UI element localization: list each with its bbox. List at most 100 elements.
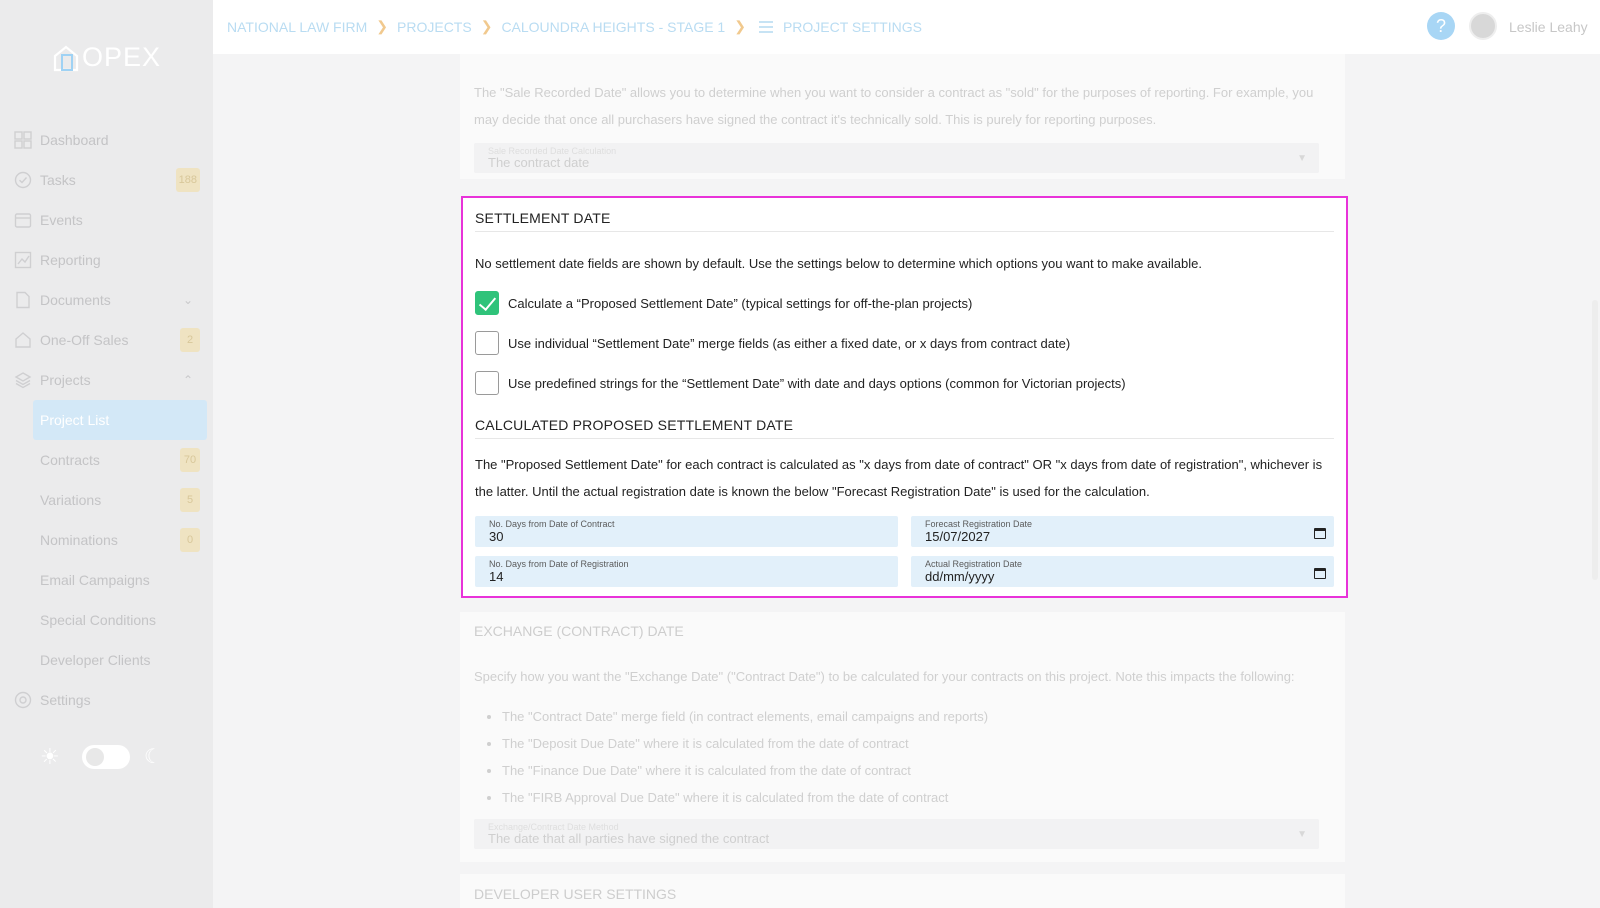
field-label: No. Days from Date of Registration [489,559,629,569]
sidebar-item-developer-clients[interactable]: Developer Clients [0,640,213,680]
chevron-up-icon: ⌃ [182,373,193,387]
forecast-registration-date-field[interactable]: Forecast Registration Date 15/07/2027 [911,516,1334,547]
sidebar-item-nominations[interactable]: Nominations 0 [0,520,213,560]
sidebar-item-settings[interactable]: Settings [0,680,213,720]
section-divider [475,231,1334,232]
exchange-method-select[interactable]: Exchange/Contract Date Method The date t… [474,819,1319,849]
page-scrollbar[interactable] [1592,300,1598,580]
predefined-strings-checkbox[interactable] [475,371,499,395]
list-item: The "Contract Date" merge field (in cont… [502,703,1314,730]
checkbox-label: Use predefined strings for the “Settleme… [508,375,1126,391]
sidebar-item-reporting[interactable]: Reporting [0,240,213,280]
home-icon [14,331,32,349]
sidebar-item-label: Special Conditions [40,612,156,628]
sidebar-item-label: Variations [40,492,102,508]
sidebar-item-label: Projects [40,372,91,388]
sidebar-item-documents[interactable]: Documents ⌄ [0,280,213,320]
actual-registration-date-field[interactable]: Actual Registration Date dd/mm/yyyy [911,556,1334,587]
list-item: The "Finance Due Date" where it is calcu… [502,757,1314,784]
top-bar: NATIONAL LAW FIRM ❯ PROJECTS ❯ CALOUNDRA… [213,0,1600,54]
sidebar: OPEX Dashboard Tasks 188 Events Reportin… [0,0,213,908]
merge-fields-checkbox[interactable] [475,331,499,355]
sidebar-item-label: Email Campaigns [40,572,150,588]
sidebar-item-one-off-sales[interactable]: One-Off Sales 2 [0,320,213,360]
field-value: dd/mm/yyyy [925,569,995,584]
checkbox-label: Use individual “Settlement Date” merge f… [508,335,1071,351]
field-label: No. Days from Date of Contract [489,519,615,529]
exchange-description: Specify how you want the "Exchange Date"… [474,669,1295,684]
field-value: 30 [489,529,504,544]
chevron-down-icon: ⌄ [182,293,193,307]
section-divider [475,438,1334,439]
sidebar-item-label: Nominations [40,532,118,548]
sale-recorded-card: The "Sale Recorded Date" allows you to d… [460,54,1345,179]
sidebar-item-project-list[interactable]: Project List [33,400,207,440]
checkbox-label: Calculate a “Proposed Settlement Date” (… [508,295,973,311]
calendar-icon [14,211,32,229]
sidebar-item-projects[interactable]: Projects ⌃ [0,360,213,400]
calculated-settlement-description: The "Proposed Settlement Date" for each … [475,457,1323,499]
breadcrumb-firm[interactable]: NATIONAL LAW FIRM [227,19,367,35]
option-predefined-strings[interactable]: Use predefined strings for the “Settleme… [475,371,1126,395]
breadcrumb-projects[interactable]: PROJECTS [397,19,472,35]
sidebar-item-tasks[interactable]: Tasks 188 [0,160,213,200]
calculated-settlement-title: CALCULATED PROPOSED SETTLEMENT DATE [475,417,794,433]
chevron-right-icon: ❯ [734,18,746,34]
menu-icon [758,20,773,33]
sidebar-item-email-campaigns[interactable]: Email Campaigns [0,560,213,600]
check-circle-icon [14,171,32,189]
sidebar-item-label: Developer Clients [40,652,151,668]
app-logo[interactable]: OPEX [52,42,161,73]
sidebar-item-label: One-Off Sales [40,332,129,348]
field-value: 14 [489,569,504,584]
settlement-date-section: SETTLEMENT DATE No settlement date field… [461,196,1348,598]
proposed-settlement-checkbox[interactable] [475,291,499,315]
days-from-contract-field[interactable]: No. Days from Date of Contract 30 [475,516,898,547]
sale-recorded-select[interactable]: Sale Recorded Date Calculation The contr… [474,143,1319,173]
tasks-count-badge: 188 [175,168,200,192]
sidebar-item-contracts[interactable]: Contracts 70 [0,440,213,480]
caret-down-icon: ▼ [1297,153,1307,164]
variations-count-badge: 5 [180,488,200,512]
exchange-impact-list: The "Contract Date" merge field (in cont… [474,703,1314,811]
sidebar-item-special-conditions[interactable]: Special Conditions [0,600,213,640]
help-button[interactable]: ? [1427,12,1455,40]
contracts-count-badge: 70 [180,448,200,472]
sidebar-item-label: Project List [40,412,110,428]
calendar-icon[interactable] [1314,528,1326,539]
sidebar-item-label: Settings [40,692,91,708]
chevron-right-icon: ❯ [480,18,493,34]
theme-toggle[interactable] [82,744,130,769]
sidebar-item-variations[interactable]: Variations 5 [0,480,213,520]
layers-icon [14,371,32,389]
option-proposed-settlement[interactable]: Calculate a “Proposed Settlement Date” (… [475,291,972,315]
nominations-count-badge: 0 [180,528,200,552]
sidebar-item-events[interactable]: Events [0,200,213,240]
field-label: Forecast Registration Date [925,519,1033,529]
chart-icon [14,251,32,269]
sidebar-item-label: Contracts [40,452,100,468]
settlement-intro: No settlement date fields are shown by d… [475,256,1202,271]
sidebar-item-dashboard[interactable]: Dashboard [0,120,213,160]
avatar[interactable] [1469,12,1497,40]
breadcrumb-project[interactable]: CALOUNDRA HEIGHTS - STAGE 1 [501,19,725,35]
field-label: Actual Registration Date [925,559,1023,569]
sidebar-item-label: Reporting [40,252,101,268]
moon-icon[interactable]: ☾ [144,744,162,769]
field-value: 15/07/2027 [925,529,991,544]
list-item: The "FIRB Approval Due Date" where it is… [502,784,1314,811]
exchange-date-card: EXCHANGE (CONTRACT) DATE Specify how you… [460,612,1345,862]
logo-house-icon [53,45,79,71]
settings-icon [14,691,32,709]
option-merge-fields[interactable]: Use individual “Settlement Date” merge f… [475,331,1070,355]
breadcrumb-project-settings: PROJECT SETTINGS [782,18,922,35]
calendar-icon[interactable] [1314,568,1326,579]
breadcrumb: NATIONAL LAW FIRM ❯ PROJECTS ❯ CALOUNDRA… [227,18,922,35]
user-name[interactable]: Leslie Leahy [1509,19,1588,35]
sun-icon[interactable]: ☀ [40,744,64,769]
theme-switcher: ☀ ☾ [40,744,162,769]
caret-down-icon: ▼ [1297,829,1307,840]
exchange-title: EXCHANGE (CONTRACT) DATE [474,623,684,639]
logo-text: OPEX [82,42,162,72]
days-from-registration-field[interactable]: No. Days from Date of Registration 14 [475,556,898,587]
